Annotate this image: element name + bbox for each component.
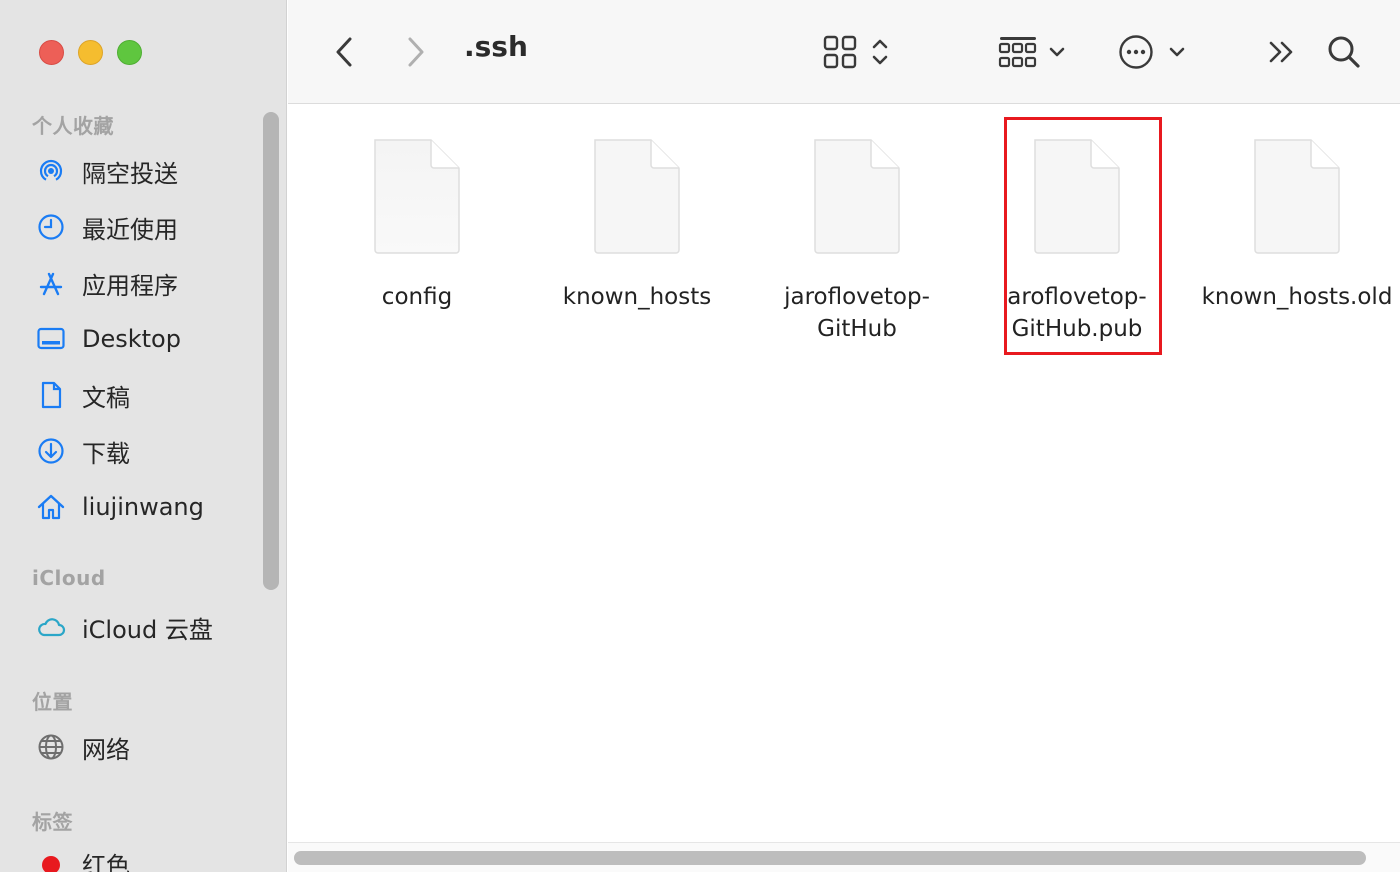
sidebar-item-home[interactable]: liujinwang [34, 487, 259, 527]
sidebar-item-label: liujinwang [82, 493, 204, 521]
sidebar-item-airdrop[interactable]: 隔空投送 [34, 151, 259, 191]
view-mode-button[interactable] [818, 32, 894, 72]
cloud-icon [34, 610, 68, 644]
back-button[interactable] [326, 32, 362, 72]
sidebar-item-label: iCloud 云盘 [82, 615, 213, 644]
sidebar-item-label: 红色 [82, 851, 130, 872]
file-item[interactable]: jaroflovetop- GitHub [757, 134, 957, 345]
home-icon [34, 490, 68, 524]
sidebar-item-downloads[interactable]: 下载 [34, 431, 259, 471]
group-by-button[interactable] [994, 32, 1070, 72]
generic-file-icon [594, 139, 680, 254]
generic-file-icon [1034, 139, 1120, 254]
grid-view-icon [823, 35, 857, 69]
sidebar-item-label: 文稿 [82, 383, 130, 412]
chevron-down-icon [1168, 46, 1186, 58]
globe-icon [34, 730, 68, 764]
locations-section-title: 位置 [32, 690, 73, 714]
sidebar-item-label: 最近使用 [82, 215, 178, 244]
file-name: config [381, 284, 453, 310]
sidebar-item-label: 隔空投送 [82, 159, 178, 188]
sidebar-item-label: 下载 [82, 439, 130, 468]
file-item[interactable]: known_hosts [537, 134, 737, 313]
file-name: known_hosts [562, 284, 712, 310]
generic-file-icon [374, 139, 460, 254]
sidebar-scrollbar[interactable] [263, 112, 279, 590]
sidebar-item-network[interactable]: 网络 [34, 727, 259, 767]
chevron-up-down-icon [871, 37, 889, 67]
sidebar-item-icloud-drive[interactable]: iCloud 云盘 [34, 607, 259, 647]
document-icon [34, 378, 68, 412]
toolbar: .ssh [288, 0, 1400, 104]
close-window-button[interactable] [39, 40, 64, 65]
forward-button[interactable] [398, 32, 434, 72]
file-name: jaroflovetop- GitHub [784, 284, 930, 342]
horizontal-scrollbar[interactable] [294, 851, 1366, 865]
back-icon [334, 36, 354, 68]
sidebar-item-label: Desktop [82, 325, 181, 353]
file-browser-content: config known_hosts jaroflovetop- GitHub a… [288, 104, 1400, 872]
horizontal-scrollbar-track [288, 842, 1400, 872]
sidebar-item-applications[interactable]: 应用程序 [34, 263, 259, 303]
sidebar-item-label: 网络 [82, 735, 130, 764]
file-item[interactable]: config [317, 134, 517, 313]
file-name: known_hosts.old [1201, 284, 1393, 310]
icloud-section-title: iCloud [32, 566, 106, 590]
group-icon [998, 35, 1038, 69]
path-title: .ssh [464, 30, 528, 63]
sidebar-item-desktop[interactable]: Desktop [34, 319, 259, 359]
search-button[interactable] [1324, 32, 1364, 72]
window-controls [39, 40, 142, 65]
tags-section-title: 标签 [32, 810, 73, 834]
forward-icon [406, 36, 426, 68]
file-item-selected[interactable]: aroflovetop- GitHub.pub [977, 134, 1177, 345]
favorites-section-title: 个人收藏 [32, 114, 114, 138]
generic-file-icon [1254, 139, 1340, 254]
applications-icon [34, 266, 68, 300]
chevron-down-icon [1048, 46, 1066, 58]
file-item[interactable]: known_hosts.old [1197, 134, 1397, 313]
zoom-window-button[interactable] [117, 40, 142, 65]
search-icon [1327, 35, 1361, 69]
action-menu-button[interactable] [1114, 32, 1190, 72]
finder-window: 个人收藏 隔空投送 最近使用 应用程序 Desktop 文稿 下载 liujin… [0, 0, 1400, 872]
chevron-double-right-icon [1268, 40, 1296, 64]
toolbar-overflow-button[interactable] [1262, 32, 1302, 72]
tag-dot-icon [34, 846, 68, 872]
sidebar-item-documents[interactable]: 文稿 [34, 375, 259, 415]
download-icon [34, 434, 68, 468]
sidebar-item-recents[interactable]: 最近使用 [34, 207, 259, 247]
sidebar-item-tag-red[interactable]: 红色 [34, 843, 259, 872]
sidebar-item-label: 应用程序 [82, 271, 178, 300]
more-actions-icon [1118, 34, 1154, 70]
airdrop-icon [34, 154, 68, 188]
clock-icon [34, 210, 68, 244]
sidebar: 个人收藏 隔空投送 最近使用 应用程序 Desktop 文稿 下载 liujin… [0, 0, 287, 872]
generic-file-icon [814, 139, 900, 254]
minimize-window-button[interactable] [78, 40, 103, 65]
file-name: aroflovetop- GitHub.pub [1007, 284, 1147, 342]
desktop-icon [34, 322, 68, 356]
